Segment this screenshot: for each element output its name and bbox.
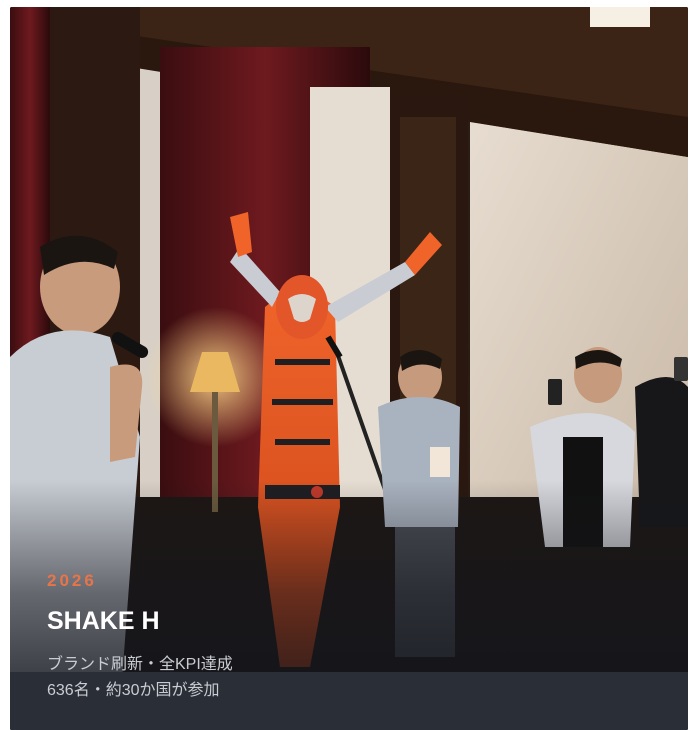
event-card[interactable]: 2026 SHAKE H ブランド刷新・全KPI達成 636名・約30か国が参加 xyxy=(10,7,688,730)
card-meta: 2026 SHAKE H ブランド刷新・全KPI達成 636名・約30か国が参加 xyxy=(47,570,647,704)
event-title: SHAKE H xyxy=(47,607,160,635)
event-year: 2026 xyxy=(47,571,97,590)
event-description-line-2: 636名・約30か国が参加 xyxy=(47,682,220,699)
event-description-line-1: ブランド刷新・全KPI達成 xyxy=(47,656,233,673)
